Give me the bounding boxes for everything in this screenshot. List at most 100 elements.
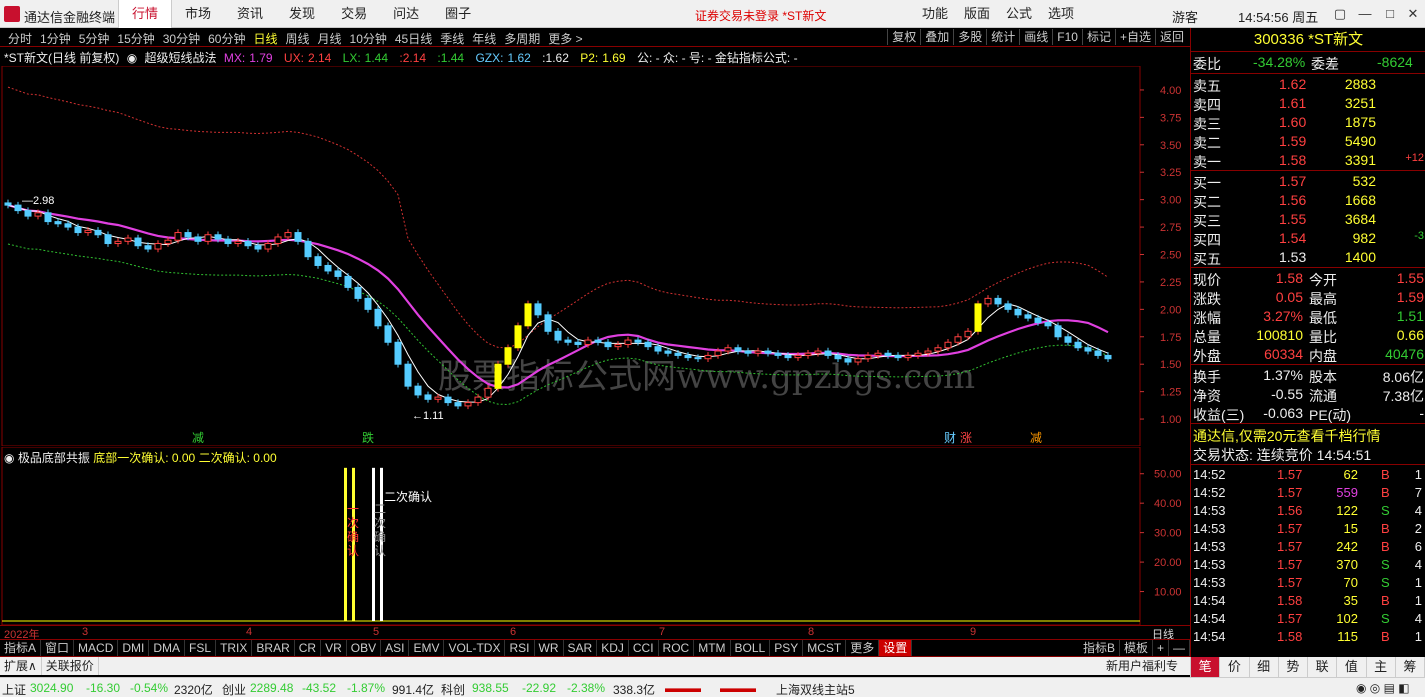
- indicator-tab-18[interactable]: CCI: [629, 640, 659, 656]
- indicator-tab-11[interactable]: ASI: [381, 640, 410, 656]
- expand-item-0[interactable]: 扩展∧: [0, 657, 42, 675]
- indicator-tab-10[interactable]: OBV: [347, 640, 382, 656]
- expand-item-1[interactable]: 关联报价: [42, 657, 99, 675]
- tool-0[interactable]: 复权: [887, 29, 920, 45]
- indicator-tab-9[interactable]: VR: [321, 640, 347, 656]
- bids-row[interactable]: 买四 1.54 982 -3: [1191, 229, 1425, 248]
- indicator-tab-1[interactable]: 窗口: [41, 640, 75, 656]
- menu-6[interactable]: 圈子: [432, 0, 484, 28]
- right-tab-6[interactable]: 主: [1367, 657, 1396, 677]
- period-3[interactable]: 15分钟: [113, 30, 158, 47]
- indicator-tab-0[interactable]: 指标A: [0, 640, 42, 656]
- indicator-right-3[interactable]: —: [1169, 640, 1190, 656]
- right-tab-7[interactable]: 筹: [1396, 657, 1425, 677]
- period-1[interactable]: 1分钟: [36, 30, 75, 47]
- right-tab-4[interactable]: 联: [1308, 657, 1338, 677]
- indicator-right-2[interactable]: +: [1153, 640, 1169, 656]
- indicator-right-1[interactable]: 模板: [1120, 640, 1153, 656]
- tool-8[interactable]: 返回: [1154, 29, 1188, 45]
- right-tab-3[interactable]: 势: [1279, 657, 1308, 677]
- indicator-dropdown-icon[interactable]: ◉: [127, 51, 137, 65]
- indicator-tab-24[interactable]: 更多: [846, 640, 880, 656]
- indicator-tab-8[interactable]: CR: [295, 640, 322, 656]
- kline-chart[interactable]: 4.00 3.75 3.50 3.25 3.00 2.75 2.50 2.25 2.00 1.75…: [0, 66, 1190, 446]
- period-7[interactable]: 周线: [281, 30, 313, 47]
- bids-row[interactable]: 买二 1.56 1668: [1191, 191, 1425, 210]
- tool-4[interactable]: 画线: [1019, 29, 1052, 45]
- menu-2[interactable]: 资讯: [224, 0, 276, 28]
- tool-5[interactable]: F10: [1052, 29, 1082, 45]
- bids-row[interactable]: 买一 1.57 532: [1191, 172, 1425, 191]
- asks-row[interactable]: 卖三 1.60 1875: [1191, 113, 1425, 132]
- right-menu-3[interactable]: 选项: [1040, 0, 1082, 28]
- asks-row[interactable]: 卖二 1.59 5490: [1191, 132, 1425, 151]
- login-notice[interactable]: 证券交易未登录 *ST新文: [695, 7, 826, 24]
- indicator-tab-4[interactable]: DMA: [149, 640, 186, 656]
- period-6[interactable]: 日线: [249, 30, 281, 47]
- indicator-tab-19[interactable]: ROC: [659, 640, 695, 656]
- indicator-tab-3[interactable]: DMI: [118, 640, 150, 656]
- tool-7[interactable]: +自选: [1114, 29, 1155, 45]
- indicator-right-0[interactable]: 指标B: [1079, 640, 1120, 656]
- bids-row[interactable]: 买三 1.55 3684: [1191, 210, 1425, 229]
- indicator-tab-21[interactable]: BOLL: [731, 640, 771, 656]
- right-menu-2[interactable]: 公式: [998, 0, 1040, 28]
- right-menu-1[interactable]: 版面: [956, 0, 998, 28]
- period-14[interactable]: 更多 >: [544, 30, 586, 47]
- indicator-tab-12[interactable]: EMV: [409, 640, 445, 656]
- asks-row[interactable]: 卖五 1.62 2883: [1191, 75, 1425, 94]
- period-11[interactable]: 季线: [436, 30, 468, 47]
- period-13[interactable]: 多周期: [500, 30, 544, 47]
- asks-row[interactable]: 卖一 1.58 3391 +12: [1191, 151, 1425, 170]
- period-9[interactable]: 10分钟: [346, 30, 391, 47]
- indicator-tab-2[interactable]: MACD: [74, 640, 119, 656]
- menu-3[interactable]: 发现: [276, 0, 328, 28]
- tool-6[interactable]: 标记: [1081, 29, 1115, 45]
- stock-header[interactable]: 300336 *ST新文: [1191, 28, 1425, 52]
- period-2[interactable]: 5分钟: [75, 30, 114, 47]
- right-tab-1[interactable]: 价: [1220, 657, 1250, 677]
- ad-row[interactable]: 通达信,仅需20元查看千档行情: [1191, 425, 1425, 444]
- restore-icon[interactable]: ▢: [1330, 4, 1350, 24]
- menu-1[interactable]: 市场: [172, 0, 224, 28]
- period-0[interactable]: 分时: [4, 30, 36, 47]
- maximize-icon[interactable]: □: [1380, 4, 1400, 24]
- indicator-chart[interactable]: 50.0040.0030.0020.0010.00一次确认二次确认二次确认: [0, 447, 1190, 625]
- sub-indicator-icon[interactable]: ◉: [4, 451, 14, 465]
- menu-5[interactable]: 问达: [380, 0, 432, 28]
- indicator-tab-13[interactable]: VOL-TDX: [444, 640, 506, 656]
- user-label[interactable]: 游客: [1172, 7, 1198, 26]
- right-menu-0[interactable]: 功能: [914, 0, 956, 28]
- indicator-tab-5[interactable]: FSL: [185, 640, 217, 656]
- server-name[interactable]: 上海双线主站5: [776, 681, 855, 697]
- tool-1[interactable]: 叠加: [920, 29, 953, 45]
- asks-row[interactable]: 卖四 1.61 3251: [1191, 94, 1425, 113]
- bids-row[interactable]: 买五 1.53 1400: [1191, 248, 1425, 267]
- indicator-tab-23[interactable]: MCST: [803, 640, 847, 656]
- indicator-tab-6[interactable]: TRIX: [216, 640, 253, 656]
- right-tab-5[interactable]: 值: [1337, 657, 1367, 677]
- close-icon[interactable]: ✕: [1403, 4, 1423, 24]
- status-icons[interactable]: ◉ ◎ ▤ ◧: [1356, 681, 1410, 695]
- menu-4[interactable]: 交易: [328, 0, 380, 28]
- indicator-name[interactable]: 超级短线战法: [145, 51, 217, 65]
- indicator-tab-15[interactable]: WR: [535, 640, 564, 656]
- tool-2[interactable]: 多股: [953, 29, 986, 45]
- right-tab-2[interactable]: 细: [1250, 657, 1279, 677]
- right-tab-0[interactable]: 笔: [1191, 657, 1221, 677]
- indicator-tab-14[interactable]: RSI: [505, 640, 535, 656]
- period-10[interactable]: 45日线: [391, 30, 436, 47]
- tool-3[interactable]: 统计: [986, 29, 1019, 45]
- period-4[interactable]: 30分钟: [159, 30, 204, 47]
- period-12[interactable]: 年线: [468, 30, 500, 47]
- indicator-tab-20[interactable]: MTM: [694, 640, 731, 656]
- indicator-tab-17[interactable]: KDJ: [597, 640, 629, 656]
- period-5[interactable]: 60分钟: [204, 30, 249, 47]
- menu-0[interactable]: 行情: [118, 0, 173, 28]
- minimize-icon[interactable]: —: [1355, 4, 1375, 24]
- indicator-tab-25[interactable]: 设置: [879, 640, 913, 656]
- indicator-tab-22[interactable]: PSY: [770, 640, 804, 656]
- period-8[interactable]: 月线: [314, 30, 346, 47]
- indicator-tab-7[interactable]: BRAR: [252, 640, 295, 656]
- sub-indicator-name[interactable]: 极品底部共振: [18, 451, 90, 465]
